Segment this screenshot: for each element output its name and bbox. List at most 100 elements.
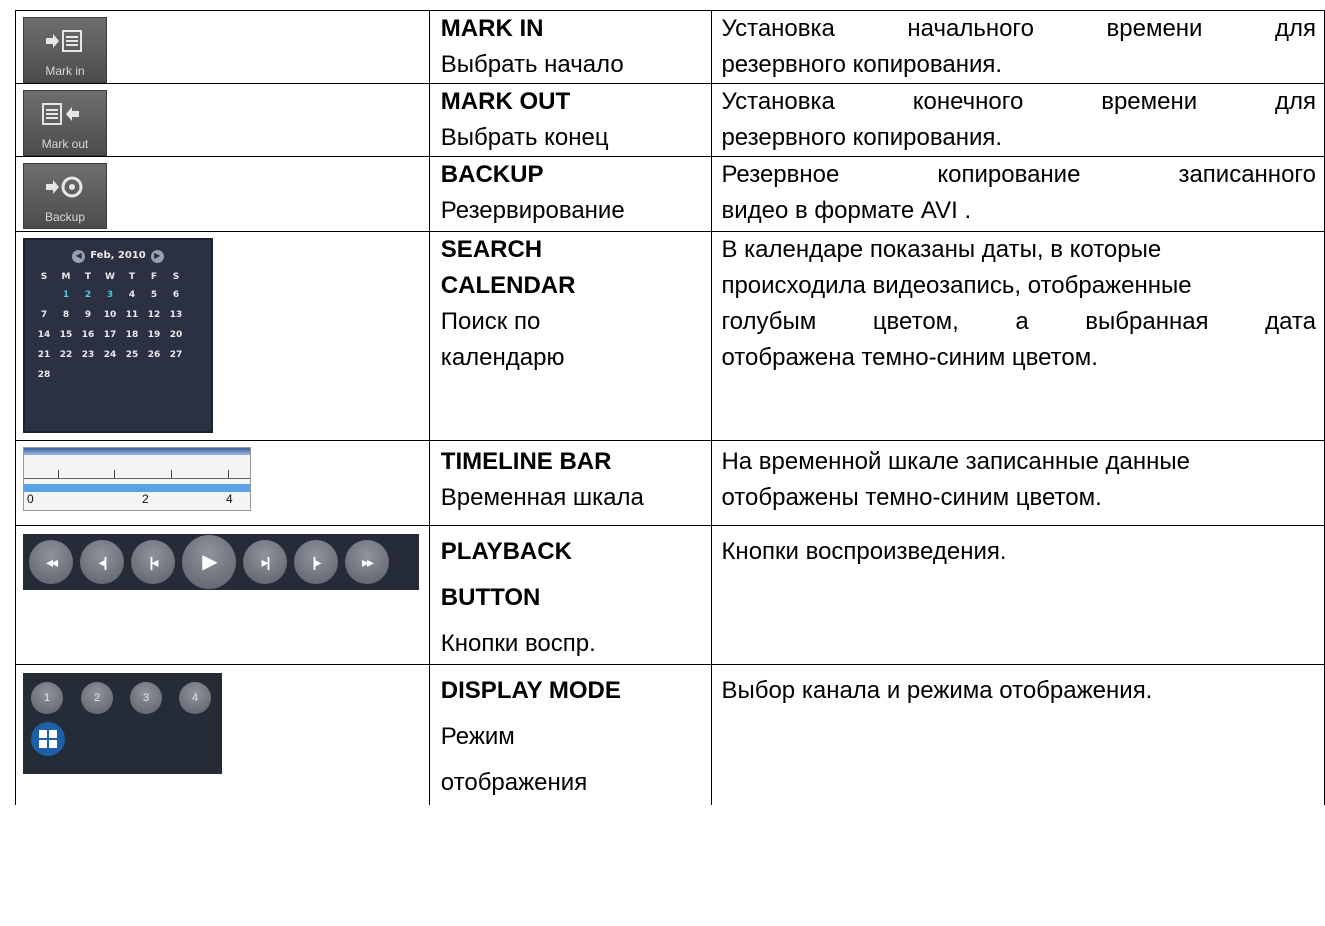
- description-line: видео в формате AVI .: [721, 197, 972, 224]
- calendar-day[interactable]: 21: [33, 348, 55, 362]
- mark-out-button[interactable]: Mark out: [23, 90, 107, 156]
- skip-forward-button[interactable]: ▸|: [243, 540, 287, 584]
- feature-title: DISPLAY MODE: [440, 677, 621, 704]
- description-cell: На временной шкале записанные данные ото…: [711, 440, 1325, 526]
- calendar-day[interactable]: 20: [165, 328, 187, 342]
- calendar-day[interactable]: 8: [55, 308, 77, 322]
- word: голубым: [721, 308, 817, 335]
- mark-in-button[interactable]: Mark in: [23, 17, 107, 83]
- prev-month-icon[interactable]: ◀: [72, 249, 86, 263]
- quad-view-button[interactable]: [31, 722, 65, 756]
- calendar-day[interactable]: 4: [121, 288, 143, 302]
- calendar-day[interactable]: 3: [99, 288, 121, 302]
- feature-title: MARK OUT: [440, 88, 571, 115]
- fast-rewind-icon: ◂◂: [45, 554, 58, 570]
- word: записанного: [1178, 161, 1316, 188]
- calendar-day[interactable]: 6: [165, 288, 187, 302]
- calendar-day[interactable]: 16: [77, 328, 99, 342]
- channel-3-button[interactable]: 3: [130, 682, 162, 714]
- calendar-weekday: F: [150, 272, 158, 282]
- calendar-day[interactable]: 26: [143, 348, 165, 362]
- description-cell: В календаре показаны даты, в которые про…: [711, 231, 1325, 441]
- skip-back-icon: |◂: [149, 554, 159, 570]
- calendar-day[interactable]: 17: [99, 328, 121, 342]
- description-line: Резервное копирование записанного: [721, 157, 1316, 193]
- calendar-day[interactable]: 12: [143, 308, 165, 322]
- word: времени: [1106, 15, 1203, 42]
- next-month-icon[interactable]: ▶: [150, 249, 164, 263]
- calendar-day[interactable]: 15: [55, 328, 77, 342]
- calendar-weekday: W: [105, 272, 115, 282]
- calendar-day[interactable]: 13: [165, 308, 187, 322]
- description-cell: Выбор канала и режима отображения.: [711, 664, 1325, 805]
- description-line: резервного копирования.: [721, 124, 1003, 151]
- icon-cell: Mark in: [15, 10, 430, 84]
- feature-title: PLAYBACK: [440, 538, 572, 565]
- fast-forward-button[interactable]: ▸▸: [345, 540, 389, 584]
- description-line: отображены темно-синим цветом.: [721, 484, 1102, 511]
- description-line: резервного копирования.: [721, 51, 1003, 78]
- backup-button[interactable]: Backup: [23, 163, 107, 229]
- timeline-label: 4: [226, 492, 233, 506]
- feature-subtitle: Выбрать конец: [440, 124, 609, 151]
- icon-cell: ◀ Feb, 2010 ▶ SMTWTFS 1 2 3 4 5 6 7 8 9 10 11 12 13 1…: [15, 231, 430, 441]
- fast-rewind-button[interactable]: ◂◂: [29, 540, 73, 584]
- calendar-day[interactable]: 10: [99, 308, 121, 322]
- table-row: Backup BACKUP Резервирование Резервное к…: [15, 156, 1325, 232]
- calendar-day[interactable]: 2: [77, 288, 99, 302]
- step-back-button[interactable]: ◂|: [80, 540, 124, 584]
- description-cell: Установка конечного времени для резервно…: [711, 83, 1325, 157]
- feature-title: TIMELINE BAR: [440, 448, 612, 475]
- calendar-day[interactable]: 1: [55, 288, 77, 302]
- channel-1-button[interactable]: 1: [31, 682, 63, 714]
- feature-subtitle: Выбрать начало: [440, 51, 624, 78]
- feature-title: BUTTON: [440, 584, 541, 611]
- mark-in-icon: [46, 30, 82, 52]
- description-line: Выбор канала и режима отображения.: [721, 677, 1153, 704]
- calendar-day[interactable]: 22: [55, 348, 77, 362]
- feature-title: CALENDAR: [440, 272, 576, 299]
- display-mode-panel: 1 2 3 4: [23, 673, 222, 774]
- skip-back-button[interactable]: |◂: [131, 540, 175, 584]
- calendar-day[interactable]: 19: [143, 328, 165, 342]
- table-row: Mark out MARK OUT Выбрать конец Установк…: [15, 83, 1325, 157]
- feature-subtitle: Временная шкала: [440, 484, 644, 511]
- calendar-day[interactable]: 7: [33, 308, 55, 322]
- timeline-tick: [58, 470, 59, 478]
- calendar-day[interactable]: 23: [77, 348, 99, 362]
- calendar-day[interactable]: 14: [33, 328, 55, 342]
- timeline-bar[interactable]: 0 2 4: [23, 447, 251, 511]
- icon-cell: 0 2 4: [15, 440, 430, 526]
- calendar-day[interactable]: 5: [143, 288, 165, 302]
- icon-cell: ◂◂ ◂| |◂ ▶ ▸| |▸ ▸▸: [15, 525, 430, 665]
- description-line: голубым цветом, а выбранная дата: [721, 304, 1316, 340]
- calendar-day[interactable]: 27: [165, 348, 187, 362]
- channel-4-button[interactable]: 4: [179, 682, 211, 714]
- step-back-icon: ◂|: [98, 554, 108, 570]
- calendar-day[interactable]: 18: [121, 328, 143, 342]
- table-row: 1 2 3 4 DISPLAY MODE Режим отображения В…: [15, 664, 1325, 805]
- description-line: Установка начального времени для: [721, 11, 1316, 47]
- calendar-day[interactable]: 11: [121, 308, 143, 322]
- feature-subtitle: календарю: [440, 344, 565, 371]
- channel-2-button[interactable]: 2: [81, 682, 113, 714]
- word: времени: [1101, 88, 1198, 115]
- step-forward-button[interactable]: |▸: [294, 540, 338, 584]
- feature-subtitle: Резервирование: [440, 197, 625, 224]
- backup-icon: [46, 176, 83, 198]
- name-cell: PLAYBACK BUTTON Кнопки воспр.: [428, 525, 713, 665]
- description-cell: Резервное копирование записанного видео …: [711, 156, 1325, 232]
- timeline-rule: [24, 478, 250, 479]
- word: для: [1274, 88, 1316, 115]
- feature-subtitle: отображения: [440, 769, 588, 796]
- timeline-recorded-segment: [24, 484, 250, 492]
- table-row: ◂◂ ◂| |◂ ▶ ▸| |▸ ▸▸ PLAYBACK BUTTON Кноп…: [15, 525, 1325, 665]
- icon-cell: Mark out: [15, 83, 430, 157]
- word: дата: [1265, 308, 1316, 335]
- name-cell: MARK IN Выбрать начало: [428, 10, 713, 84]
- calendar-day[interactable]: 25: [121, 348, 143, 362]
- calendar-day[interactable]: 9: [77, 308, 99, 322]
- calendar-day[interactable]: 24: [99, 348, 121, 362]
- calendar-day[interactable]: 28: [33, 368, 55, 382]
- play-button[interactable]: ▶: [182, 535, 236, 589]
